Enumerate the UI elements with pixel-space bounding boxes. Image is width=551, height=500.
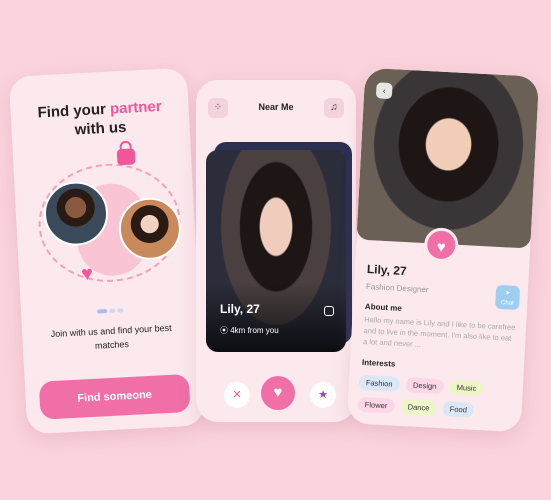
profile-screen: ‹ ♥ Lily, 27 Fashion Designer ➤ Chat Abo… — [346, 67, 540, 433]
chat-label: Chat — [500, 300, 514, 307]
title-text-2: with us — [74, 118, 127, 139]
star-icon[interactable]: ★ — [310, 382, 336, 408]
interest-tag[interactable]: Food — [442, 401, 475, 418]
heart-lock-icon: ♥ — [80, 262, 94, 286]
send-icon: ➤ — [505, 290, 511, 297]
top-bar: ⁘ Near Me ♫ — [208, 98, 344, 118]
profile-job: Fashion Designer — [365, 282, 429, 295]
distance-text: 4km from you — [230, 326, 279, 335]
interest-tag[interactable]: Design — [405, 377, 444, 395]
title-text: Find your — [37, 100, 107, 122]
indicator-dot — [117, 308, 124, 313]
profile-card[interactable]: Lily, 27 ⦿ 4km from you — [206, 150, 346, 352]
bell-icon[interactable]: ♫ — [324, 98, 344, 118]
instagram-icon[interactable] — [324, 306, 334, 316]
card-distance: ⦿ 4km from you — [220, 325, 279, 336]
about-heading: About me — [364, 301, 403, 313]
card-name: Lily, 27 — [220, 302, 260, 316]
about-text: Hello my name is Lily and I like to be c… — [362, 314, 516, 349]
profile-name: Lily, 27 — [366, 262, 408, 279]
onboarding-title: Find your partner with us — [10, 96, 190, 143]
interest-tag[interactable]: Flower — [357, 396, 395, 414]
interest-tag[interactable]: Dance — [400, 399, 437, 416]
indicator-dot — [97, 309, 108, 314]
title-accent: partner — [109, 97, 163, 118]
pin-icon: ⦿ — [220, 326, 231, 335]
onboarding-screen: Find your partner with us ♥ Join with us… — [8, 67, 206, 435]
lock-icon — [116, 148, 136, 166]
onboarding-subtitle: Join with us and find your best matches — [50, 322, 172, 351]
interest-tag[interactable]: Music — [449, 379, 484, 397]
interests-heading: Interests — [361, 357, 396, 369]
chat-button[interactable]: ➤ Chat — [494, 284, 521, 311]
interest-tags: Fashion Design Music Flower Dance Food — [357, 372, 517, 424]
card-shade — [206, 282, 346, 352]
interest-tag[interactable]: Fashion — [358, 374, 400, 392]
indicator-dot — [109, 308, 116, 313]
heart-icon[interactable]: ♥ — [261, 376, 295, 410]
back-icon[interactable]: ‹ — [375, 82, 393, 100]
action-bar: ✕ ♥ ★ — [196, 376, 356, 412]
close-icon[interactable]: ✕ — [224, 382, 250, 408]
find-someone-button[interactable]: Find someone — [38, 373, 191, 420]
like-button[interactable]: ♥ — [423, 227, 460, 263]
page-indicator — [21, 295, 200, 322]
near-me-screen: ⁘ Near Me ♫ Lily, 27 ⦿ 4km from you ✕ ♥ … — [196, 80, 356, 422]
